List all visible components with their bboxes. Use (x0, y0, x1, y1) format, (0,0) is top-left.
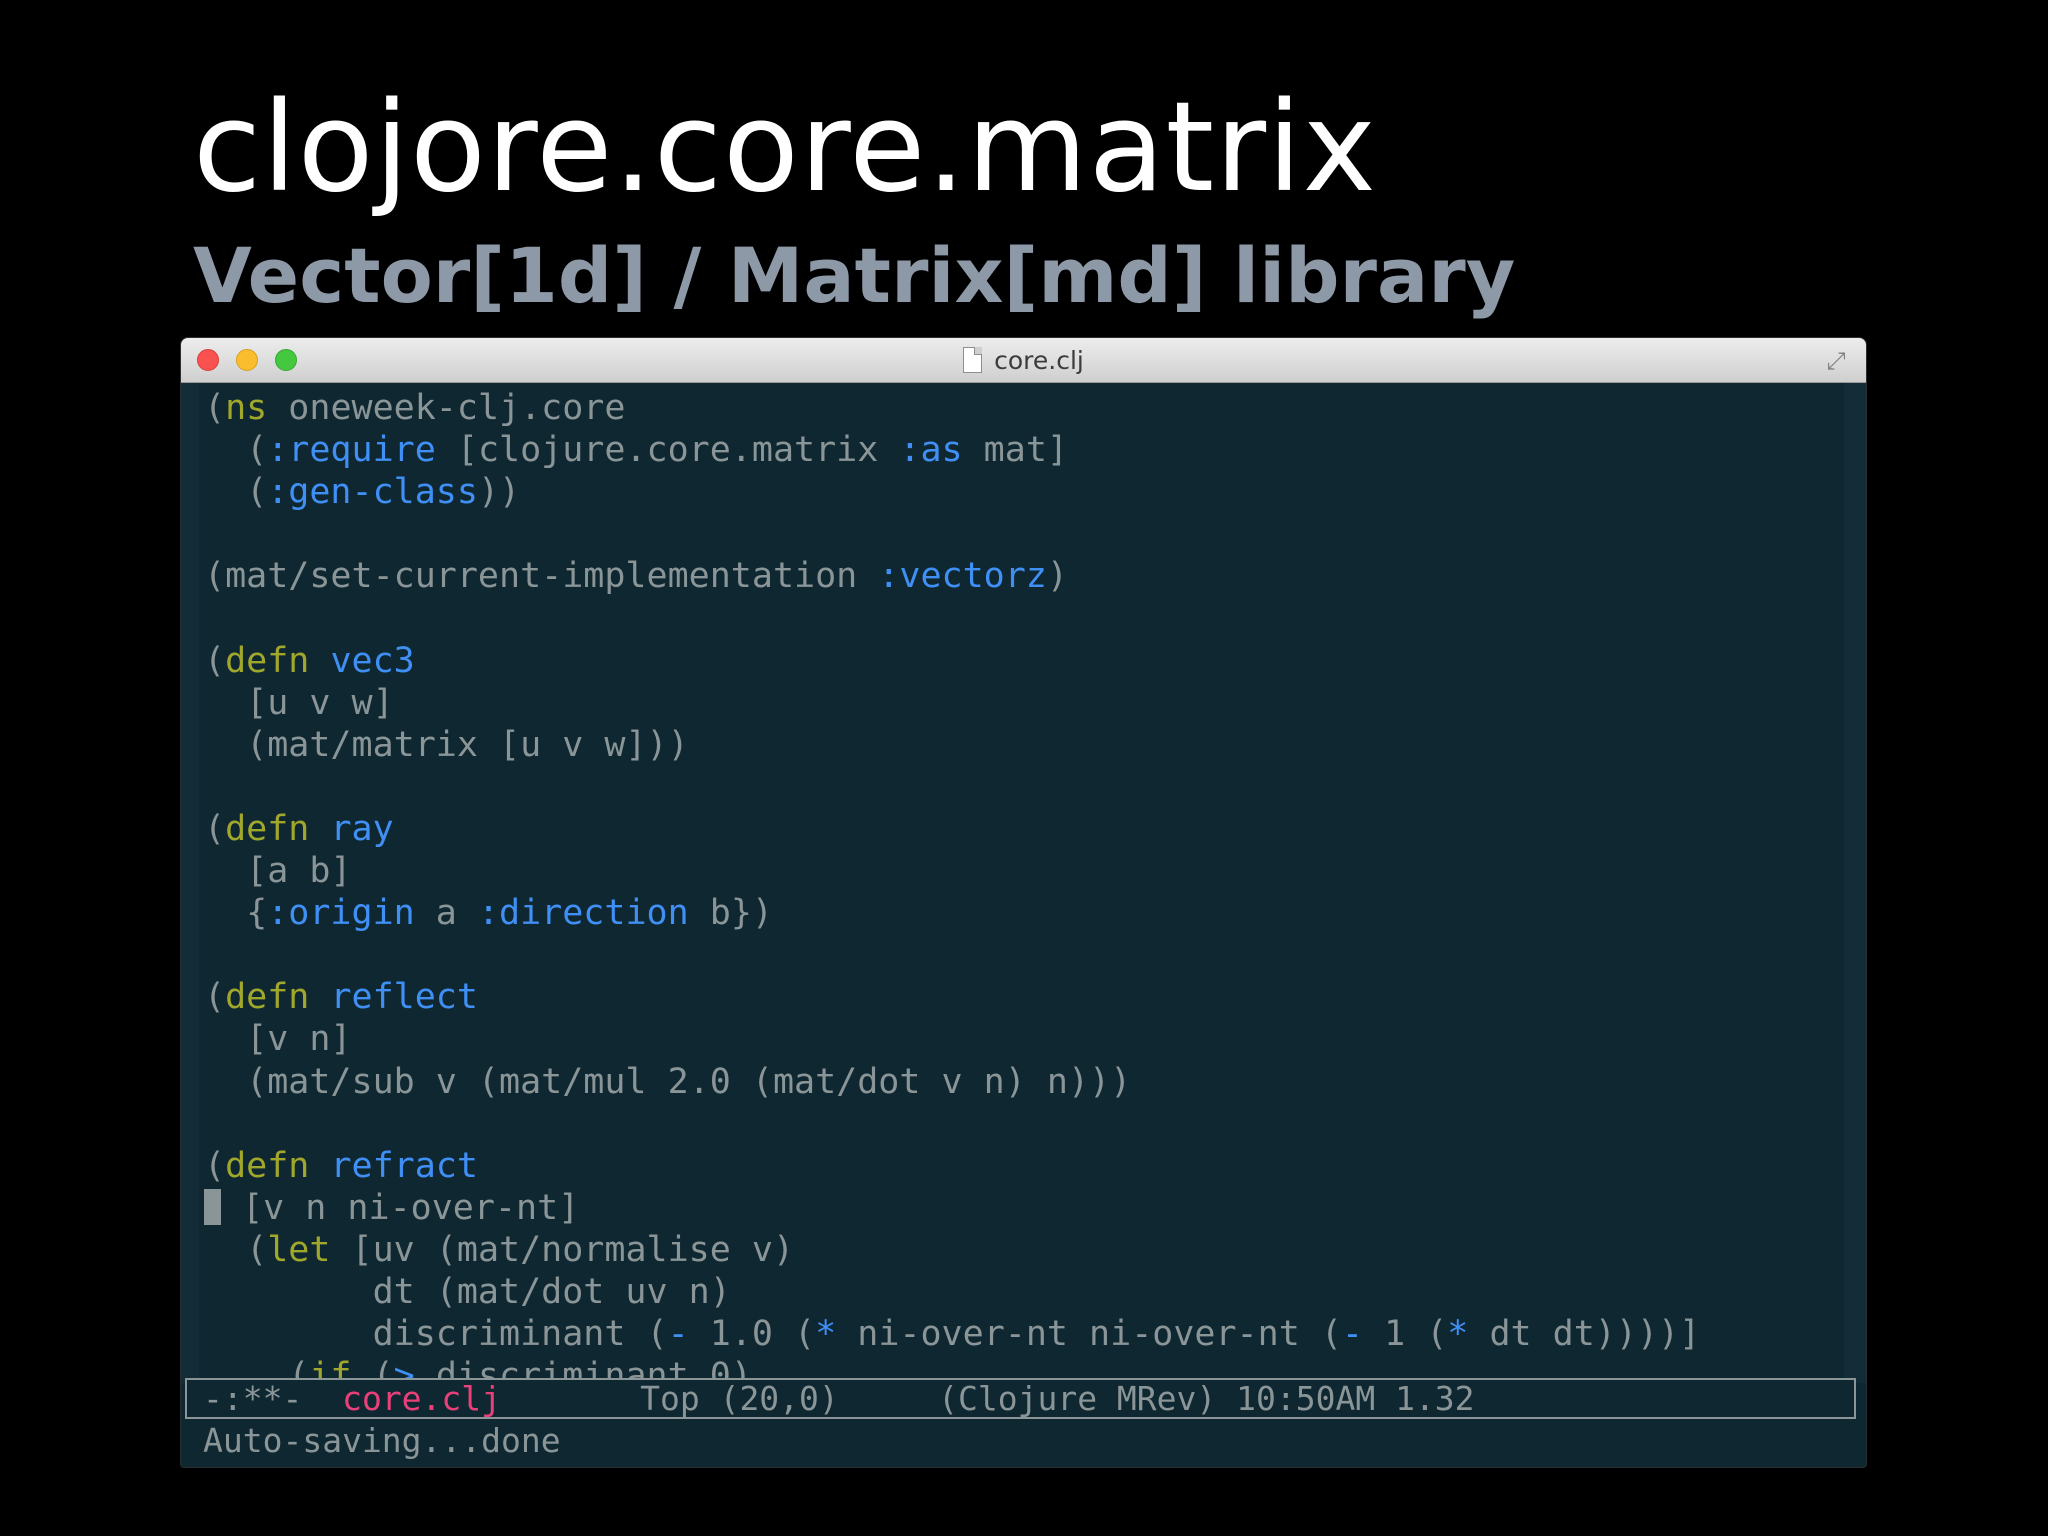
code-token: [uv (mat/normalise v) (330, 1229, 795, 1270)
code-token: discriminant ( (204, 1314, 668, 1355)
slide-title: clojore.core.matrix (193, 76, 1377, 220)
text-cursor (204, 1188, 221, 1225)
code-line: (defn refract (204, 1145, 1700, 1187)
code-text[interactable]: (ns oneweek-clj.core (:require [clojure.… (204, 387, 1700, 1383)
code-token: reflect (330, 977, 478, 1018)
code-token: )) (477, 472, 521, 513)
code-token: [v n] (204, 1019, 352, 1060)
code-line: (:gen-class)) (204, 471, 1700, 513)
code-token: ( (204, 640, 226, 681)
modeline-buffer-name: core.clj (342, 1379, 502, 1418)
code-line: (:require [clojure.core.matrix :as mat] (204, 429, 1700, 471)
code-token: let (267, 1229, 331, 1270)
fullscreen-icon[interactable]: ⤢ (1822, 347, 1850, 375)
code-token: ) (1046, 556, 1068, 597)
code-token: ( (204, 472, 268, 513)
code-line: (let [uv (mat/normalise v) (204, 1229, 1700, 1271)
code-token: ni-over-nt ni-over-nt ( (836, 1314, 1342, 1355)
code-line: [v n] (204, 1018, 1700, 1060)
code-line: {:origin a :direction b}) (204, 892, 1700, 934)
modeline-status: -:**- (203, 1379, 343, 1418)
window-title: core.clj (994, 345, 1084, 375)
code-token: defn (225, 640, 310, 681)
code-token: :origin (267, 893, 415, 934)
code-token: ( (204, 808, 226, 849)
right-fringe (1844, 383, 1866, 1383)
code-line: (mat/set-current-implementation :vectorz… (204, 555, 1700, 597)
code-token: [clojure.core.matrix (435, 430, 900, 471)
code-token: :gen-class (267, 472, 478, 513)
code-line: discriminant (- 1.0 (* ni-over-nt ni-ove… (204, 1313, 1701, 1355)
code-line: (mat/matrix [u v w])) (204, 724, 1700, 766)
code-token: mat] (962, 430, 1068, 471)
code-token: (mat/set-current-implementation (204, 556, 879, 597)
document-icon (963, 347, 983, 373)
code-line: dt (mat/dot uv n) (204, 1271, 1700, 1313)
code-token: [a b] (204, 851, 352, 892)
code-token: 1 ( (1363, 1314, 1448, 1355)
code-token: (mat/matrix [u v w])) (204, 724, 689, 765)
code-token: dt (mat/dot uv n) (204, 1271, 731, 1312)
code-token: ( (204, 1145, 226, 1186)
code-token: vec3 (330, 640, 415, 681)
code-line: [a b] (204, 850, 1700, 892)
code-token: :require (267, 430, 436, 471)
code-line: [v n ni-over-nt] (204, 1187, 1700, 1229)
code-token: ( (204, 977, 226, 1018)
code-token: { (204, 893, 268, 934)
emacs-window: core.clj ⤢ (ns oneweek-clj.core (:requir… (181, 338, 1866, 1467)
code-token: defn (225, 808, 310, 849)
window-titlebar[interactable]: core.clj ⤢ (181, 338, 1866, 383)
code-token: :direction (477, 893, 689, 934)
code-token: - (1341, 1314, 1363, 1355)
modeline-position: Top (20,0) (Clojure MRev) 10:50AM 1.32 (501, 1379, 1475, 1418)
code-token: ray (330, 808, 394, 849)
code-token: :as (899, 430, 963, 471)
code-token: dt dt))))] (1468, 1314, 1701, 1355)
code-token: ( (204, 1229, 268, 1270)
code-token: 1.0 ( (688, 1314, 816, 1355)
code-token: [u v w] (204, 682, 394, 723)
code-token: [v n ni-over-nt] (221, 1187, 580, 1228)
code-token: a (414, 893, 478, 934)
minibuffer[interactable]: Auto-saving...done (181, 1419, 1866, 1467)
code-line: (ns oneweek-clj.core (204, 387, 1700, 429)
code-token: :vectorz (878, 556, 1047, 597)
code-token: ns (225, 388, 268, 428)
code-line: (defn reflect (204, 976, 1700, 1018)
code-token: b}) (688, 893, 773, 934)
code-line: [u v w] (204, 682, 1700, 724)
code-token: ( (204, 430, 268, 471)
code-token: * (1447, 1314, 1469, 1355)
code-token: ( (204, 388, 226, 428)
code-token: * (815, 1314, 837, 1355)
editor-buffer[interactable]: (ns oneweek-clj.core (:require [clojure.… (181, 383, 1866, 1383)
code-line: (mat/sub v (mat/mul 2.0 (mat/dot v n) n)… (204, 1061, 1700, 1103)
code-token: (mat/sub v (mat/mul 2.0 (mat/dot v n) n)… (204, 1061, 1132, 1102)
mode-line: -:**- core.clj Top (20,0) (Clojure MRev)… (185, 1378, 1856, 1419)
slide-subtitle: Vector[1d] / Matrix[md] library (193, 231, 1516, 320)
code-token: - (667, 1314, 689, 1355)
code-token: defn (225, 1145, 310, 1186)
code-token: oneweek-clj.core (267, 388, 626, 428)
code-token: defn (225, 977, 310, 1018)
left-fringe (181, 383, 199, 1383)
code-line: (defn ray (204, 808, 1700, 850)
code-token: refract (330, 1145, 478, 1186)
code-line: (defn vec3 (204, 640, 1700, 682)
